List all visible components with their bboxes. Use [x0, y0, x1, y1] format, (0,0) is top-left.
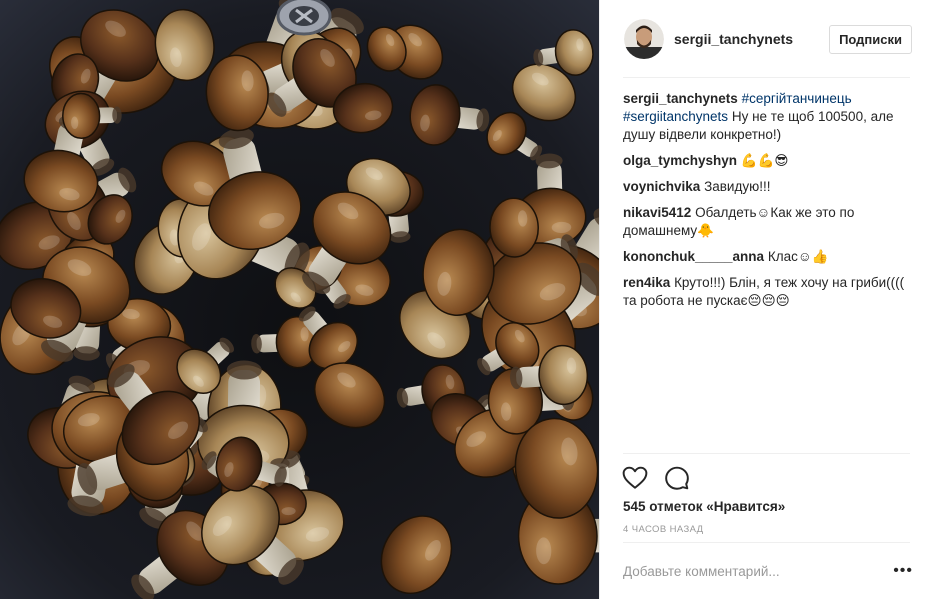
header-divider	[623, 77, 910, 78]
post-header: sergii_tanchynets Подписки	[600, 0, 933, 78]
header-username[interactable]: sergii_tanchynets	[674, 31, 829, 47]
comment-item: voynichvika Завидую!!!	[623, 178, 913, 196]
comment-item: nikavi5412 Обалдеть☺Как же это по домашн…	[623, 204, 913, 240]
caption: sergii_tanchynets #сергійтанчинець #serg…	[623, 90, 913, 144]
comment-username[interactable]: olga_tymchyshyn	[623, 153, 737, 168]
comment-username[interactable]: voynichvika	[623, 179, 700, 194]
hashtag-link[interactable]: #sergiitanchynets	[623, 109, 728, 124]
post-timestamp[interactable]: 4 часов назад	[623, 524, 704, 535]
add-comment-section: •••	[623, 560, 913, 582]
comment-item: olga_tymchyshyn 💪💪😎	[623, 152, 913, 170]
comment-text: Клас☺👍	[767, 249, 829, 264]
likes-count[interactable]: 545 отметок «Нравится»	[623, 499, 785, 514]
instagram-post: sergii_tanchynets Подписки sergii_tanchy…	[0, 0, 933, 599]
following-button[interactable]: Подписки	[829, 24, 912, 54]
avatar[interactable]	[624, 19, 664, 59]
comment-text: 💪💪😎	[740, 153, 789, 168]
drain-plug-icon	[276, 0, 332, 36]
comment-box-divider	[623, 542, 910, 543]
caption-username[interactable]: sergii_tanchynets	[623, 91, 738, 106]
post-photo[interactable]	[0, 0, 599, 599]
comment-icon[interactable]	[664, 465, 690, 491]
comment-username[interactable]: kononchuk_____anna	[623, 249, 764, 264]
hashtag-link[interactable]: #сергійтанчинець	[742, 91, 852, 106]
mushrooms-image	[0, 0, 599, 599]
more-options-button[interactable]: •••	[893, 563, 913, 579]
comment-item: kononchuk_____anna Клас☺👍	[623, 248, 913, 266]
comment-text: Завидую!!!	[704, 179, 771, 194]
comment-username[interactable]: nikavi5412	[623, 205, 691, 220]
comment-item: ren4ika Круто!!!) Блін, я теж хочу на гр…	[623, 274, 913, 310]
actions-divider	[623, 453, 910, 454]
comment-username[interactable]: ren4ika	[623, 275, 670, 290]
comments-list: sergii_tanchynets #сергійтанчинець #serg…	[623, 90, 913, 318]
post-details-panel: sergii_tanchynets Подписки sergii_tanchy…	[599, 0, 933, 599]
post-actions	[622, 465, 690, 491]
heart-icon[interactable]	[622, 465, 648, 491]
add-comment-input[interactable]	[623, 563, 894, 579]
